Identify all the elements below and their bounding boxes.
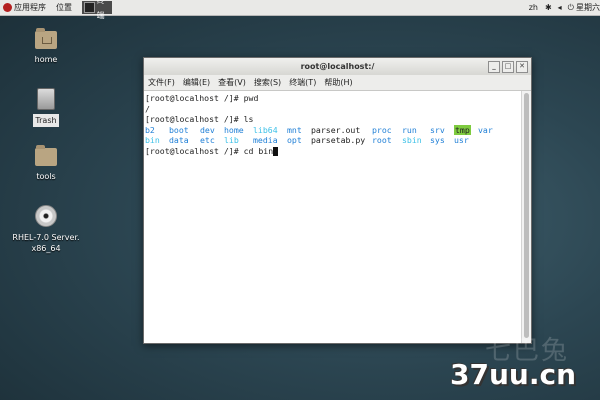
terminal-line: / bbox=[145, 103, 150, 114]
menu-search[interactable]: 搜索(S) bbox=[250, 75, 285, 90]
terminal-scrollbar[interactable] bbox=[521, 91, 531, 343]
current-command: [root@localhost /]# cd bin bbox=[145, 145, 274, 156]
maximize-icon[interactable]: □ bbox=[502, 61, 514, 73]
ls-entry: mnt bbox=[287, 124, 302, 135]
close-icon[interactable]: ✕ bbox=[516, 61, 528, 73]
window-title: root@localhost:/ bbox=[300, 62, 375, 71]
redhat-icon[interactable] bbox=[3, 3, 12, 12]
scrollbar-thumb[interactable] bbox=[524, 93, 529, 338]
ls-entry: media bbox=[253, 135, 278, 145]
desktop-icon-label: tools bbox=[36, 172, 56, 181]
clock-date[interactable]: 星期六 bbox=[576, 0, 600, 15]
places-menu[interactable]: 位置 bbox=[56, 0, 72, 15]
window-titlebar[interactable]: root@localhost:/ _ □ ✕ bbox=[144, 58, 531, 75]
menu-file[interactable]: 文件(F) bbox=[144, 75, 179, 90]
ls-entry: dev bbox=[200, 124, 215, 135]
ls-entry: usr bbox=[454, 135, 469, 145]
menu-terminal[interactable]: 终端(T) bbox=[285, 75, 320, 90]
ls-entry: lib bbox=[224, 135, 239, 145]
minimize-icon[interactable]: _ bbox=[488, 61, 500, 73]
terminal-prompt-line[interactable]: [root@localhost /]# cd bin bbox=[145, 146, 520, 157]
watermark-site: 37uu.cn bbox=[450, 358, 576, 391]
folder-icon bbox=[35, 145, 57, 166]
ls-entry: tmp bbox=[454, 124, 471, 135]
ls-entry: data bbox=[169, 135, 189, 145]
terminal-output[interactable]: [root@localhost /]# pwd / [root@localhos… bbox=[144, 91, 521, 343]
desktop-icon-label: Trash bbox=[33, 114, 59, 127]
desktop-icon-label: RHEL-7.0 Server. x86_64 bbox=[12, 233, 80, 253]
ls-entry: opt bbox=[287, 135, 302, 145]
terminal-line: [root@localhost /]# ls bbox=[145, 114, 254, 124]
input-method-indicator[interactable]: zh bbox=[529, 0, 538, 15]
ls-entry: etc bbox=[200, 135, 215, 145]
terminal-icon bbox=[84, 2, 95, 13]
ls-entry: sbin bbox=[402, 135, 422, 145]
ls-entry: run bbox=[402, 124, 417, 135]
taskbar-terminal-label: 终端 bbox=[96, 0, 105, 20]
ls-entry: root bbox=[372, 135, 392, 145]
applications-menu[interactable]: 应用程序 bbox=[14, 0, 46, 15]
ls-entry: bin bbox=[145, 135, 160, 145]
ls-entry: boot bbox=[169, 124, 189, 135]
ls-entry: parser.out bbox=[311, 124, 361, 135]
ls-entry: proc bbox=[372, 124, 392, 135]
ls-entry: var bbox=[478, 124, 493, 135]
desktop-icon-trash[interactable]: Trash bbox=[9, 88, 83, 127]
top-panel: 应用程序 位置 终端 zh ✱ ◂ ⏻ 星期六 bbox=[0, 0, 600, 20]
ls-entry: lib64 bbox=[253, 124, 278, 135]
menu-edit[interactable]: 编辑(E) bbox=[179, 75, 214, 90]
ls-output-row: bin data etc lib media opt parsetab.py root sbin… bbox=[145, 135, 520, 146]
ls-entry: srv bbox=[430, 124, 445, 135]
menu-view[interactable]: 查看(V) bbox=[214, 75, 250, 90]
disc-icon bbox=[35, 205, 57, 227]
ls-entry: parsetab.py bbox=[311, 135, 366, 145]
text-cursor bbox=[273, 146, 279, 156]
desktop-icon-rhel-disc[interactable]: RHEL-7.0 Server. x86_64 bbox=[8, 205, 84, 255]
power-icon[interactable]: ⏻ bbox=[568, 0, 574, 15]
desktop-icon-label: home bbox=[34, 55, 58, 64]
desktop-icon-tools[interactable]: tools bbox=[9, 145, 83, 183]
taskbar-terminal[interactable]: 终端 bbox=[82, 0, 112, 20]
system-tray: ✱ ◂ ⏻ bbox=[545, 0, 574, 15]
terminal-window[interactable]: root@localhost:/ _ □ ✕ 文件(F) 编辑(E) 查看(V)… bbox=[143, 57, 532, 344]
terminal-menubar: 文件(F) 编辑(E) 查看(V) 搜索(S) 终端(T) 帮助(H) bbox=[144, 75, 531, 91]
bluetooth-icon[interactable]: ✱ bbox=[545, 0, 552, 15]
ls-entry: home bbox=[224, 124, 244, 135]
trash-icon bbox=[37, 88, 55, 110]
terminal-line: [root@localhost /]# pwd bbox=[145, 93, 259, 103]
home-folder-icon bbox=[35, 28, 57, 49]
menu-help[interactable]: 帮助(H) bbox=[320, 75, 356, 90]
desktop-icon-home[interactable]: home bbox=[9, 28, 83, 66]
ls-entry: b2 bbox=[145, 124, 155, 135]
ls-output-row: b2 boot dev home lib64 mnt parser.out proc run sr… bbox=[145, 124, 520, 135]
ls-entry: sys bbox=[430, 135, 445, 145]
volume-icon[interactable]: ◂ bbox=[558, 0, 562, 15]
